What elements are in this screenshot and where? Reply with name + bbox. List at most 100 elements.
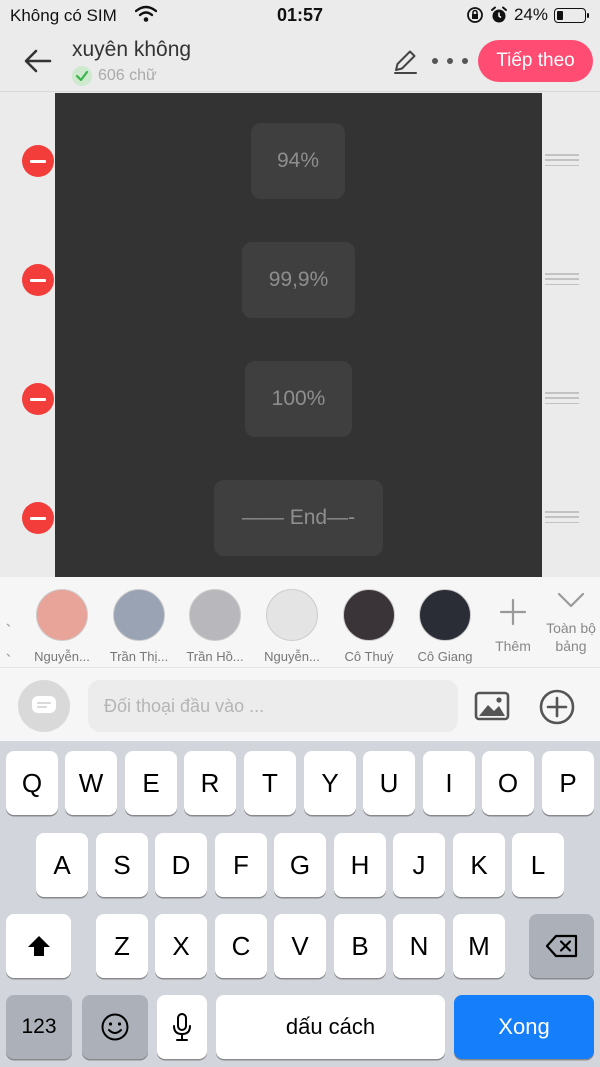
key-s[interactable]: S: [96, 833, 148, 897]
list-item: 94%: [0, 123, 600, 199]
shift-arrow-icon: [27, 936, 50, 956]
character-item[interactable]: Cô Thuý: [331, 589, 407, 664]
avatar: [36, 589, 88, 641]
avatar: [343, 589, 395, 641]
add-circle-icon[interactable]: [538, 688, 576, 726]
key-g[interactable]: G: [274, 833, 326, 897]
plus-icon: [499, 598, 527, 626]
key-w[interactable]: W: [65, 751, 117, 815]
rotation-lock-icon: [467, 7, 483, 23]
character-item[interactable]: Trần Hồ...: [177, 589, 253, 664]
key-v[interactable]: V: [274, 914, 326, 978]
keyboard: Q W E R T Y U I O P A S D F G H J K L Z …: [0, 741, 600, 1067]
key-n[interactable]: N: [393, 914, 445, 978]
drag-handle-icon[interactable]: [545, 511, 579, 523]
chat-mode-button[interactable]: [18, 680, 70, 732]
key-y[interactable]: Y: [304, 751, 356, 815]
collapse-panel-button[interactable]: Toàn bộ bảng: [542, 591, 600, 655]
character-bar: 、 、 、 Nguyễn... Trần Thị... Trần Hồ... N…: [0, 577, 600, 689]
text-bubble[interactable]: 99,9%: [242, 242, 355, 318]
key-r[interactable]: R: [184, 751, 236, 815]
story-title: xuyên không: [72, 38, 192, 61]
content-area: 94% 99,9% 100% —— End—-: [0, 93, 600, 577]
key-x[interactable]: X: [155, 914, 207, 978]
shift-key[interactable]: [6, 914, 71, 978]
character-item[interactable]: Nguyễn...: [254, 589, 330, 664]
key-b[interactable]: B: [334, 914, 386, 978]
emoji-icon: [101, 1013, 129, 1041]
avatar: [266, 589, 318, 641]
avatar: [189, 589, 241, 641]
drag-handle-icon[interactable]: [545, 392, 579, 404]
key-u[interactable]: U: [363, 751, 415, 815]
alarm-icon: [490, 6, 507, 23]
key-e[interactable]: E: [125, 751, 177, 815]
microphone-key[interactable]: [157, 995, 207, 1059]
key-a[interactable]: A: [36, 833, 88, 897]
key-f[interactable]: F: [215, 833, 267, 897]
key-t[interactable]: T: [244, 751, 296, 815]
character-name: Trần Thị...: [109, 649, 169, 664]
nav-header: xuyên không 606 chữ Tiếp theo: [0, 30, 600, 92]
text-bubble[interactable]: 100%: [245, 361, 352, 437]
key-p[interactable]: P: [542, 751, 594, 815]
microphone-icon: [173, 1013, 191, 1041]
backspace-icon: [545, 934, 577, 958]
image-icon[interactable]: [474, 691, 510, 721]
backspace-key[interactable]: [529, 914, 594, 978]
character-name: Cô Giang: [417, 649, 473, 664]
delete-button[interactable]: [22, 145, 54, 177]
back-arrow-icon[interactable]: [22, 45, 54, 77]
add-character-label: Thêm: [495, 638, 531, 654]
pen-icon[interactable]: [390, 46, 420, 76]
battery-percent: 24%: [513, 5, 548, 24]
key-o[interactable]: O: [482, 751, 534, 815]
delete-button[interactable]: [22, 383, 54, 415]
status-bar: Không có SIM 01:57 24%: [0, 0, 600, 30]
text-bubble[interactable]: 94%: [251, 123, 345, 199]
list-item: 100%: [0, 361, 600, 437]
character-name: Nguyễn...: [34, 649, 90, 664]
word-count: 606 chữ: [72, 66, 157, 86]
input-bar: Đối thoại đầu vào ...: [0, 667, 600, 741]
text-bubble[interactable]: —— End—-: [214, 480, 383, 556]
word-count-label: 606 chữ: [98, 67, 157, 84]
list-item: 99,9%: [0, 242, 600, 318]
list-item: —— End—-: [0, 480, 600, 556]
next-button[interactable]: Tiếp theo: [478, 40, 593, 82]
character-name: Nguyễn...: [264, 649, 320, 664]
chevron-down-icon: [557, 592, 585, 608]
space-key[interactable]: dấu cách: [216, 995, 445, 1059]
character-name: Cô Thuý: [344, 649, 394, 664]
collapse-panel-label: Toàn bộ bảng: [546, 620, 596, 654]
key-z[interactable]: Z: [96, 914, 148, 978]
done-key[interactable]: Xong: [454, 995, 594, 1059]
numbers-key[interactable]: 123: [6, 995, 72, 1059]
check-icon: [72, 66, 92, 86]
key-j[interactable]: J: [393, 833, 445, 897]
character-name: Trần Hồ...: [186, 649, 244, 664]
character-item[interactable]: Cô Giang: [407, 589, 483, 664]
drag-handle-icon[interactable]: [545, 154, 579, 166]
dialogue-input[interactable]: Đối thoại đầu vào ...: [88, 680, 458, 732]
character-item[interactable]: Nguyễn...: [24, 589, 100, 664]
chat-bubble-icon: [32, 696, 56, 713]
emoji-key[interactable]: [82, 995, 148, 1059]
battery-icon: [554, 7, 589, 23]
key-d[interactable]: D: [155, 833, 207, 897]
key-m[interactable]: M: [453, 914, 505, 978]
key-l[interactable]: L: [512, 833, 564, 897]
key-i[interactable]: I: [423, 751, 475, 815]
key-k[interactable]: K: [453, 833, 505, 897]
key-q[interactable]: Q: [6, 751, 58, 815]
avatar: [113, 589, 165, 641]
key-c[interactable]: C: [215, 914, 267, 978]
delete-button[interactable]: [22, 502, 54, 534]
key-h[interactable]: H: [334, 833, 386, 897]
drag-handle-icon[interactable]: [545, 273, 579, 285]
character-item[interactable]: Trần Thị...: [101, 589, 177, 664]
more-options-icon[interactable]: [432, 50, 468, 72]
avatar: [419, 589, 471, 641]
add-character-button[interactable]: Thêm: [492, 597, 534, 654]
delete-button[interactable]: [22, 264, 54, 296]
